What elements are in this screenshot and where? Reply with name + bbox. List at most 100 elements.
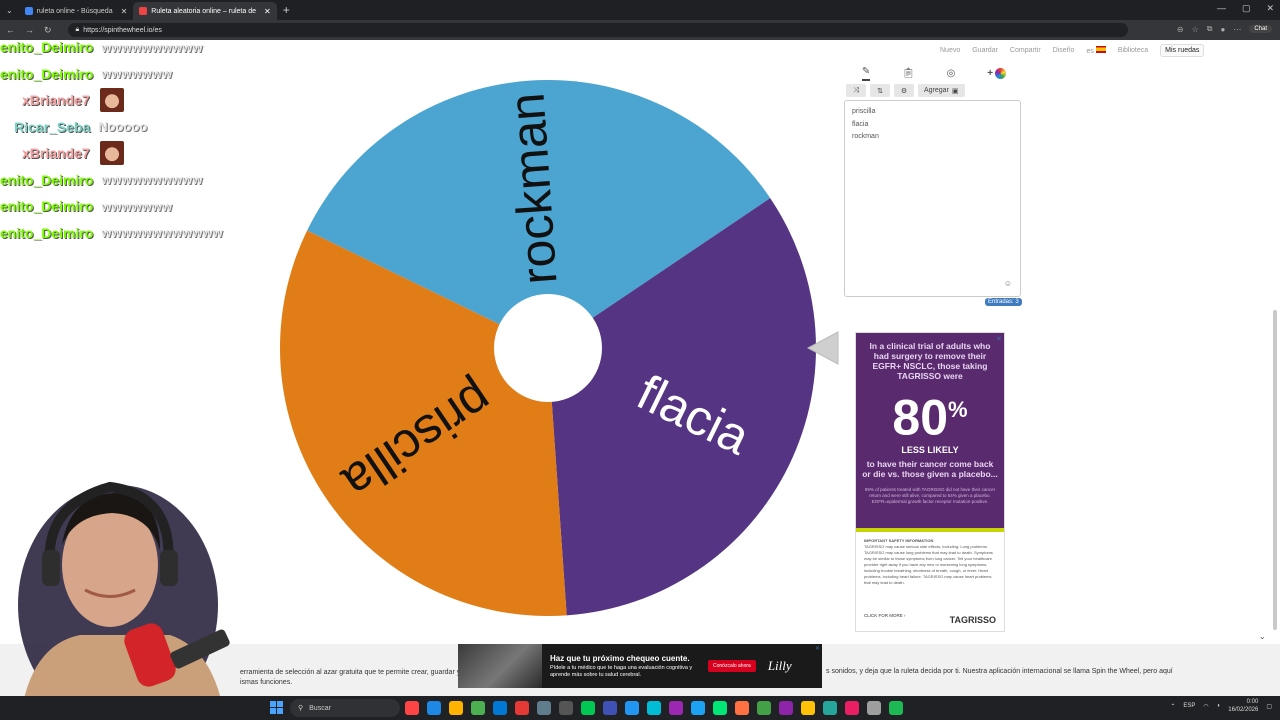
add-label: Agregar [924, 87, 949, 94]
sort-button[interactable]: ⇅ [870, 84, 890, 97]
chat-message: xBriande7 [0, 140, 230, 167]
chat-text: Nooooo [98, 119, 148, 135]
star-icon[interactable]: ☆ [1192, 25, 1199, 34]
color-wheel-icon[interactable]: + [987, 67, 1007, 79]
taskbar-app-icon[interactable] [581, 701, 595, 715]
taskbar-app-icon[interactable] [625, 701, 639, 715]
banner-cta-button[interactable]: Conózcalo ahora [708, 660, 756, 672]
chevron-up-icon[interactable]: ⌃ [1170, 703, 1175, 710]
language-indicator[interactable]: ESP [1183, 703, 1195, 709]
zoom-icon[interactable]: ⊖ [1177, 25, 1184, 34]
chat-username: xBriande7 [22, 92, 90, 109]
taskbar-app-icon[interactable] [691, 701, 705, 715]
ad-close-icon[interactable]: ✕ [996, 335, 1002, 343]
streamer-webcam [18, 481, 230, 720]
taskbar-app-icon[interactable] [515, 701, 529, 715]
chevron-down-icon[interactable]: ⌄ [1259, 632, 1266, 641]
clipboard-icon[interactable]: 📋︎ [902, 68, 915, 79]
taskbar-app-icon[interactable] [471, 701, 485, 715]
chat-username: enito_Deimiro [0, 224, 94, 241]
chat-text: wwwwwwwwww [101, 39, 203, 55]
clock[interactable]: 0:00 16/02/2026 [1228, 698, 1258, 714]
close-window-icon[interactable]: ✕ [1266, 3, 1274, 14]
chat-message: Ricar_Seba Nooooo [0, 114, 230, 141]
add-image-button[interactable]: Agregar ▣ [918, 84, 965, 97]
nav-design[interactable]: Diseño [1053, 47, 1075, 54]
banner-text: Haz que tu próximo chequeo cuente. Pídel… [550, 654, 700, 679]
taskbar-app-icon[interactable] [537, 701, 551, 715]
maximize-icon[interactable]: ▢ [1242, 3, 1251, 14]
minimize-icon[interactable]: — [1217, 3, 1226, 14]
entries-actions: ⤨ ⇅ ⚙ Agregar ▣ [846, 84, 965, 97]
url-text: https://spinthewheel.io/es [83, 26, 162, 34]
taskbar-app-icon[interactable] [867, 701, 881, 715]
close-tab-icon[interactable]: ✕ [121, 7, 128, 16]
emoji-icon[interactable]: ☺ [1004, 279, 1012, 288]
chat-button[interactable]: Chat [1249, 25, 1272, 33]
taskbar-app-icon[interactable] [427, 701, 441, 715]
tab-search[interactable]: ruleta online - Búsqueda ✕ [19, 2, 134, 20]
taskbar-app-icon[interactable] [493, 701, 507, 715]
chat-message: enito_Deimiro wwwwwwwwww [0, 34, 230, 61]
taskbar-app-icon[interactable] [779, 701, 793, 715]
settings-button[interactable]: ⚙ [894, 84, 914, 97]
taskbar-app-icon[interactable] [801, 701, 815, 715]
taskbar-app-icon[interactable] [559, 701, 573, 715]
taskbar-search[interactable]: ⚲ Buscar [290, 699, 400, 717]
chat-username: enito_Deimiro [0, 39, 94, 56]
ad-safety: IMPORTANT SAFETY INFORMATION TAGRISSO ma… [856, 532, 1004, 631]
search-favicon-icon [24, 7, 33, 15]
taskbar-app-icon[interactable] [735, 701, 749, 715]
search-icon: ⚲ [298, 705, 304, 712]
chat-emote-icon [99, 88, 124, 113]
language-selector[interactable]: es [1086, 46, 1106, 55]
nav-library[interactable]: Biblioteca [1118, 47, 1148, 54]
lilly-banner-ad[interactable]: Haz que tu próximo chequeo cuente. Pídel… [458, 644, 822, 688]
spin-wheel[interactable]: rockmanflaciapriscilla [278, 78, 818, 618]
nav-new[interactable]: Nuevo [940, 47, 960, 54]
taskbar-app-icon[interactable] [823, 701, 837, 715]
taskbar-app-icon[interactable] [845, 701, 859, 715]
scrollbar-thumb[interactable] [1273, 310, 1277, 630]
nav-save[interactable]: Guardar [972, 47, 998, 54]
extension-icon[interactable]: ⧉ [1207, 24, 1213, 34]
taskbar-app-icon[interactable] [603, 701, 617, 715]
chat-text: wwwwwwwwwwww [101, 225, 223, 241]
tab-list-icon[interactable]: ⌄ [6, 6, 13, 15]
taskbar-app-icon[interactable] [889, 701, 903, 715]
profile-icon[interactable]: ● [1220, 25, 1225, 34]
description-line2: ismas funciones. [240, 679, 293, 686]
taskbar-app-icon[interactable] [757, 701, 771, 715]
nav-share[interactable]: Compartir [1010, 47, 1041, 54]
eye-slash-icon[interactable]: ◎ [947, 68, 956, 79]
chat-username: enito_Deimiro [0, 171, 94, 188]
entries-toolbar: ✎ 📋︎ ◎ + [846, 64, 1022, 82]
entries-textarea[interactable]: priscilla flacia rockman ☺ [844, 100, 1021, 297]
wheel-center-hub[interactable] [494, 294, 602, 402]
taskbar-app-icon[interactable] [647, 701, 661, 715]
pencil-icon[interactable]: ✎ [861, 66, 871, 81]
new-tab-icon[interactable]: + [283, 3, 290, 17]
close-tab-icon[interactable]: ✕ [264, 7, 271, 16]
ad-big-value: 80 [892, 389, 949, 446]
ad-click-more[interactable]: CLICK FOR MORE › [864, 613, 906, 619]
my-wheels-button[interactable]: Mis ruedas [1160, 44, 1205, 57]
taskbar-app-icon[interactable] [669, 701, 683, 715]
windows-start-icon[interactable] [270, 701, 283, 714]
chat-text: wwwwwww [101, 66, 173, 82]
banner-close-icon[interactable]: ✕ [815, 645, 820, 652]
taskbar-search-label: Buscar [309, 704, 331, 712]
taskbar-app-icon[interactable] [713, 701, 727, 715]
tab-wheel[interactable]: Ruleta aleatoria online – ruleta de ✕ [133, 2, 277, 20]
taskbar-app-icon[interactable] [405, 701, 419, 715]
volume-icon[interactable]: ◖ [1217, 703, 1221, 709]
taskbar-app-icon[interactable] [449, 701, 463, 715]
wifi-icon[interactable]: ◠ [1203, 703, 1208, 710]
shuffle-button[interactable]: ⤨ [846, 84, 866, 97]
banner-body: Pídele a tu médico que te haga una evalu… [550, 664, 693, 678]
menu-icon[interactable]: ⋯ [1233, 25, 1241, 34]
entries-count-badge: Entradas: 3 [985, 298, 1022, 306]
tagrisso-ad[interactable]: In a clinical trial of adults who had su… [855, 332, 1005, 632]
notifications-icon[interactable]: ▢ [1266, 703, 1272, 710]
wheel-favicon-icon [139, 7, 148, 15]
